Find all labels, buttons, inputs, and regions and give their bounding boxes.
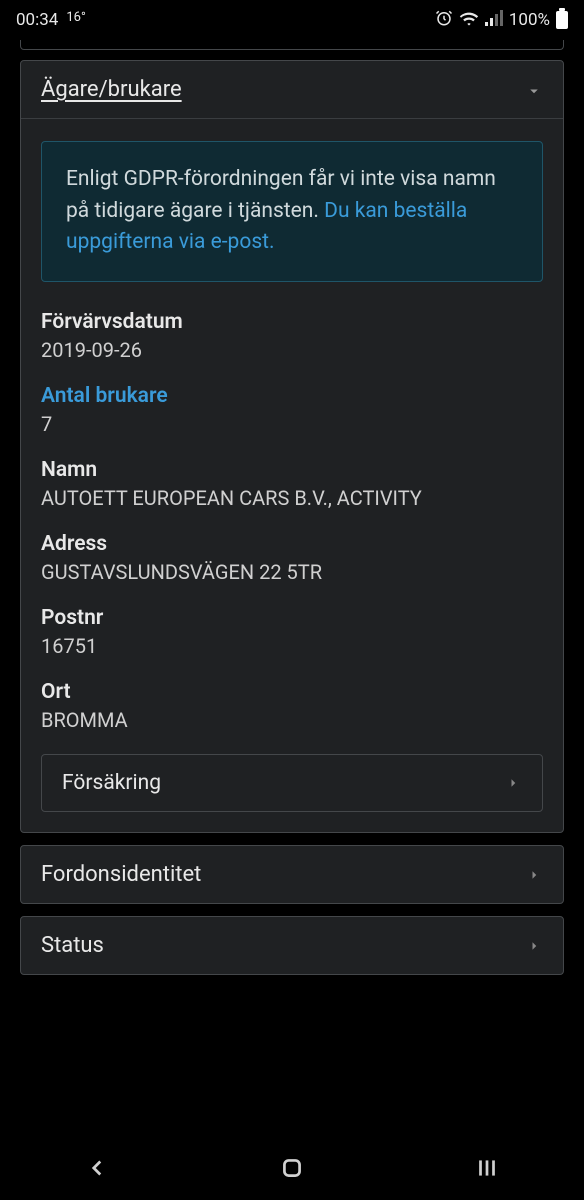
owner-section: Ägare/brukare Enligt GDPR-förordningen f… — [20, 60, 564, 833]
nav-home-button[interactable] — [279, 1155, 305, 1185]
chevron-right-icon — [525, 936, 543, 954]
vehicle-identity-label: Fordonsidentitet — [41, 862, 201, 887]
city-value: BROMMA — [41, 708, 543, 732]
battery-icon — [556, 11, 568, 29]
city-label: Ort — [41, 680, 543, 704]
alarm-icon — [435, 9, 453, 32]
acquisition-date-label: Förvärvsdatum — [41, 310, 543, 334]
address-label: Adress — [41, 532, 543, 556]
battery-percent: 100% — [509, 10, 550, 30]
chevron-down-icon — [525, 81, 543, 99]
postcode-label: Postnr — [41, 606, 543, 630]
nav-recent-button[interactable] — [474, 1155, 500, 1185]
chevron-right-icon — [504, 774, 522, 792]
status-time: 00:34 — [16, 10, 58, 30]
users-count-label[interactable]: Antal brukare — [41, 384, 543, 408]
insurance-button[interactable]: Försäkring — [41, 754, 543, 812]
signal-icon — [485, 10, 503, 31]
postcode-value: 16751 — [41, 634, 543, 658]
nav-back-button[interactable] — [84, 1155, 110, 1185]
gdpr-info-box: Enligt GDPR-förordningen får vi inte vis… — [41, 141, 543, 282]
vehicle-identity-row[interactable]: Fordonsidentitet — [20, 845, 564, 904]
users-count-value: 7 — [41, 412, 543, 436]
address-value: GUSTAVSLUNDSVÄGEN 22 5TR — [41, 560, 543, 584]
owner-section-title: Ägare/brukare — [41, 77, 182, 102]
insurance-button-label: Försäkring — [62, 771, 161, 795]
status-temperature: 16° — [66, 10, 85, 25]
chevron-right-icon — [525, 865, 543, 883]
name-value: AUTOETT EUROPEAN CARS B.V., ACTIVITY — [41, 486, 543, 510]
wifi-icon — [459, 10, 479, 31]
status-bar: 00:34 16° 100% — [0, 0, 584, 40]
android-nav-bar — [0, 1140, 584, 1200]
status-row[interactable]: Status — [20, 916, 564, 975]
status-row-label: Status — [41, 933, 104, 958]
previous-section-bottom — [20, 40, 564, 50]
owner-section-header[interactable]: Ägare/brukare — [21, 61, 563, 119]
name-label: Namn — [41, 458, 543, 482]
acquisition-date-value: 2019-09-26 — [41, 338, 543, 362]
